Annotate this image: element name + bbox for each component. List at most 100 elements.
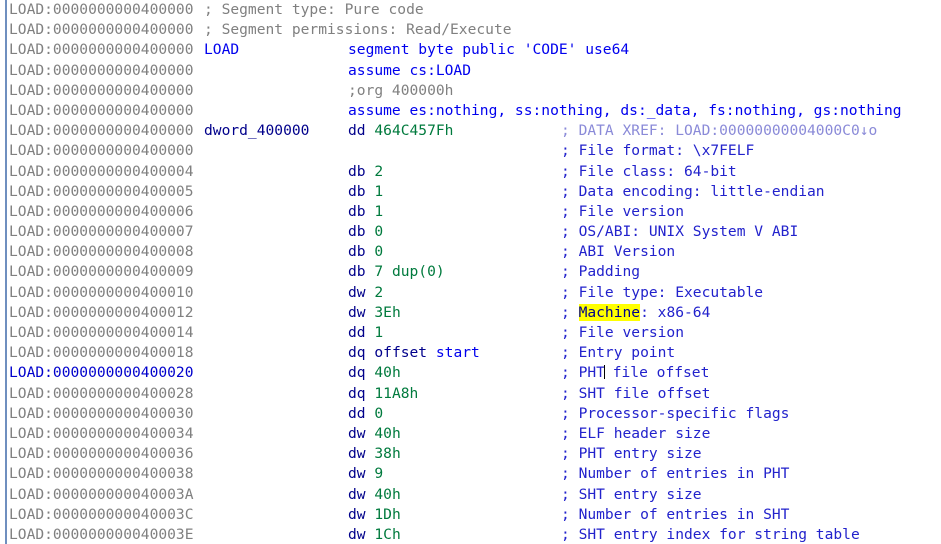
line-label[interactable]: LOAD: [204, 40, 239, 60]
disassembly-line[interactable]: LOAD:0000000000400038 dw 9 ; Number of ent…: [0, 464, 941, 484]
line-address: LOAD:000000000040003C: [9, 505, 194, 523]
operand[interactable]: 40h: [374, 364, 400, 381]
operand[interactable]: 1: [374, 203, 383, 220]
operand[interactable]: 11A8h: [374, 385, 418, 402]
repeatable-comment[interactable]: ; ELF header size: [561, 424, 710, 444]
instruction-text[interactable]: db 7 dup(0): [348, 262, 445, 282]
instruction-text[interactable]: dw 40h: [348, 485, 401, 505]
instruction-text[interactable]: dq offset start: [348, 343, 480, 363]
disassembly-line[interactable]: LOAD:0000000000400012 dw 3Eh ; Machine: x8…: [0, 303, 941, 323]
directive-text[interactable]: assume es:nothing, ss:nothing, ds:_data,…: [348, 101, 902, 121]
repeatable-comment[interactable]: ; Data encoding: little-endian: [561, 182, 825, 202]
operand[interactable]: 1Ch: [374, 526, 400, 543]
operand[interactable]: 1: [374, 183, 383, 200]
mnemonic: dw: [348, 283, 366, 301]
instruction-text[interactable]: dq 40h: [348, 363, 401, 383]
xref-comment[interactable]: ; DATA XREF: LOAD:00000000004000C0↓o: [561, 121, 877, 141]
disassembly-line[interactable]: LOAD:0000000000400036 dw 38h ; PHT entry s…: [0, 444, 941, 464]
disassembly-line[interactable]: LOAD:000000000040003E dw 1Ch ; SHT entry i…: [0, 525, 941, 544]
instruction-text[interactable]: dd 1: [348, 323, 383, 343]
operand[interactable]: 0: [374, 243, 383, 260]
disassembly-view[interactable]: LOAD:0000000000400000 ; Segment type: Pur…: [0, 0, 941, 544]
disassembly-line[interactable]: LOAD:0000000000400007 db 0 ; OS/ABI: UNIX …: [0, 222, 941, 242]
line-label[interactable]: dword_400000: [204, 121, 309, 141]
disassembly-line[interactable]: LOAD:0000000000400000 assume cs:LOAD: [0, 61, 941, 81]
instruction-text[interactable]: dq 11A8h: [348, 384, 418, 404]
disassembly-line[interactable]: LOAD:0000000000400000 ;org 400000h: [0, 81, 941, 101]
disassembly-line[interactable]: LOAD:0000000000400030 dd 0 ; Processor-spe…: [0, 404, 941, 424]
repeatable-comment[interactable]: ; File version: [561, 323, 684, 343]
disassembly-line[interactable]: LOAD:0000000000400010 dw 2 ; File type: Ex…: [0, 283, 941, 303]
disassembly-line[interactable]: LOAD:0000000000400000 dword_400000 dd 464C…: [0, 121, 941, 141]
instruction-text[interactable]: db 2: [348, 162, 383, 182]
repeatable-comment[interactable]: ; Processor-specific flags: [561, 404, 789, 424]
instruction-text[interactable]: db 0: [348, 242, 383, 262]
repeatable-comment[interactable]: ; Padding: [561, 262, 640, 282]
operand[interactable]: 3Eh: [374, 304, 400, 321]
operand[interactable]: 0: [374, 223, 383, 240]
repeatable-comment[interactable]: ; PHT entry size: [561, 444, 702, 464]
operand[interactable]: 9: [374, 465, 383, 482]
directive-text[interactable]: ;org 400000h: [348, 81, 453, 101]
repeatable-comment[interactable]: ; Machine: x86-64: [561, 303, 710, 323]
repeatable-comment[interactable]: ; File type: Executable: [561, 283, 763, 303]
instruction-text[interactable]: dw 2: [348, 283, 383, 303]
disassembly-line[interactable]: LOAD:000000000040003C dw 1Dh ; Number of e…: [0, 505, 941, 525]
operand[interactable]: 40h: [374, 486, 400, 503]
line-address: LOAD:0000000000400000: [9, 81, 194, 99]
repeatable-comment[interactable]: ; Number of entries in PHT: [561, 464, 789, 484]
repeatable-comment[interactable]: ; SHT entry size: [561, 485, 702, 505]
repeatable-comment[interactable]: ; File version: [561, 202, 684, 222]
disassembly-line[interactable]: LOAD:0000000000400028 dq 11A8h ; SHT file …: [0, 384, 941, 404]
repeatable-comment[interactable]: ; OS/ABI: UNIX System V ABI: [561, 222, 798, 242]
instruction-text[interactable]: db 1: [348, 202, 383, 222]
disassembly-line[interactable]: LOAD:0000000000400008 db 0 ; ABI Version: [0, 242, 941, 262]
disassembly-line[interactable]: LOAD:0000000000400000 LOAD segment byte pu…: [0, 40, 941, 60]
operand[interactable]: 2: [374, 163, 383, 180]
disassembly-line[interactable]: LOAD:0000000000400004 db 2 ; File class: 6…: [0, 162, 941, 182]
instruction-text[interactable]: dw 38h: [348, 444, 401, 464]
operand[interactable]: 464C457Fh: [374, 122, 453, 139]
repeatable-comment[interactable]: ; File format: \x7FELF: [561, 141, 754, 161]
operand[interactable]: 2: [374, 284, 383, 301]
instruction-text[interactable]: dd 0: [348, 404, 383, 424]
operand[interactable]: 38h: [374, 445, 400, 462]
operand[interactable]: 1: [374, 324, 383, 341]
directive-text[interactable]: assume cs:LOAD: [348, 61, 471, 81]
repeatable-comment[interactable]: ; Entry point: [561, 343, 675, 363]
instruction-text[interactable]: db 0: [348, 222, 383, 242]
instruction-text[interactable]: db 1: [348, 182, 383, 202]
instruction-text[interactable]: dw 40h: [348, 424, 401, 444]
operand[interactable]: offset start: [374, 344, 479, 361]
disassembly-line[interactable]: LOAD:0000000000400018 dq offset start ; En…: [0, 343, 941, 363]
operand[interactable]: 40h: [374, 425, 400, 442]
operand[interactable]: 0: [374, 405, 383, 422]
disassembly-line[interactable]: LOAD:0000000000400009 db 7 dup(0) ; Paddin…: [0, 262, 941, 282]
repeatable-comment[interactable]: ; SHT entry index for string table: [561, 525, 860, 544]
instruction-text[interactable]: dw 1Dh: [348, 505, 401, 525]
disassembly-line[interactable]: LOAD:0000000000400000 ; File format: \x7F…: [0, 141, 941, 161]
disassembly-line[interactable]: LOAD:0000000000400014 dd 1 ; File version: [0, 323, 941, 343]
repeatable-comment[interactable]: ; File class: 64-bit: [561, 162, 737, 182]
disassembly-line[interactable]: LOAD:0000000000400020 dq 40h ; PHT file of…: [0, 363, 941, 383]
disassembly-line[interactable]: LOAD:0000000000400000 assume es:nothing, …: [0, 101, 941, 121]
disassembly-line[interactable]: LOAD:0000000000400000 ; Segment type: Pur…: [0, 0, 941, 20]
instruction-text[interactable]: dw 1Ch: [348, 525, 401, 544]
disassembly-line-list[interactable]: LOAD:0000000000400000 ; Segment type: Pur…: [0, 0, 941, 544]
operand[interactable]: 7 dup(0): [374, 263, 444, 280]
repeatable-comment[interactable]: ; SHT file offset: [561, 384, 710, 404]
instruction-text[interactable]: dd 464C457Fh: [348, 121, 453, 141]
repeatable-comment[interactable]: ; ABI Version: [561, 242, 675, 262]
mnemonic: db: [348, 182, 366, 200]
repeatable-comment[interactable]: ; Number of entries in SHT: [561, 505, 789, 525]
instruction-text[interactable]: dw 9: [348, 464, 383, 484]
operand[interactable]: 1Dh: [374, 506, 400, 523]
disassembly-line[interactable]: LOAD:0000000000400006 db 1 ; File version: [0, 202, 941, 222]
disassembly-line[interactable]: LOAD:0000000000400005 db 1 ; Data encoding…: [0, 182, 941, 202]
disassembly-line[interactable]: LOAD:0000000000400000 ; Segment permissio…: [0, 20, 941, 40]
instruction-text[interactable]: dw 3Eh: [348, 303, 401, 323]
disassembly-line[interactable]: LOAD:0000000000400034 dw 40h ; ELF header …: [0, 424, 941, 444]
repeatable-comment[interactable]: ; PHT file offset: [561, 363, 709, 383]
disassembly-line[interactable]: LOAD:000000000040003A dw 40h ; SHT entry s…: [0, 485, 941, 505]
directive-text[interactable]: segment byte public 'CODE' use64: [348, 40, 629, 60]
